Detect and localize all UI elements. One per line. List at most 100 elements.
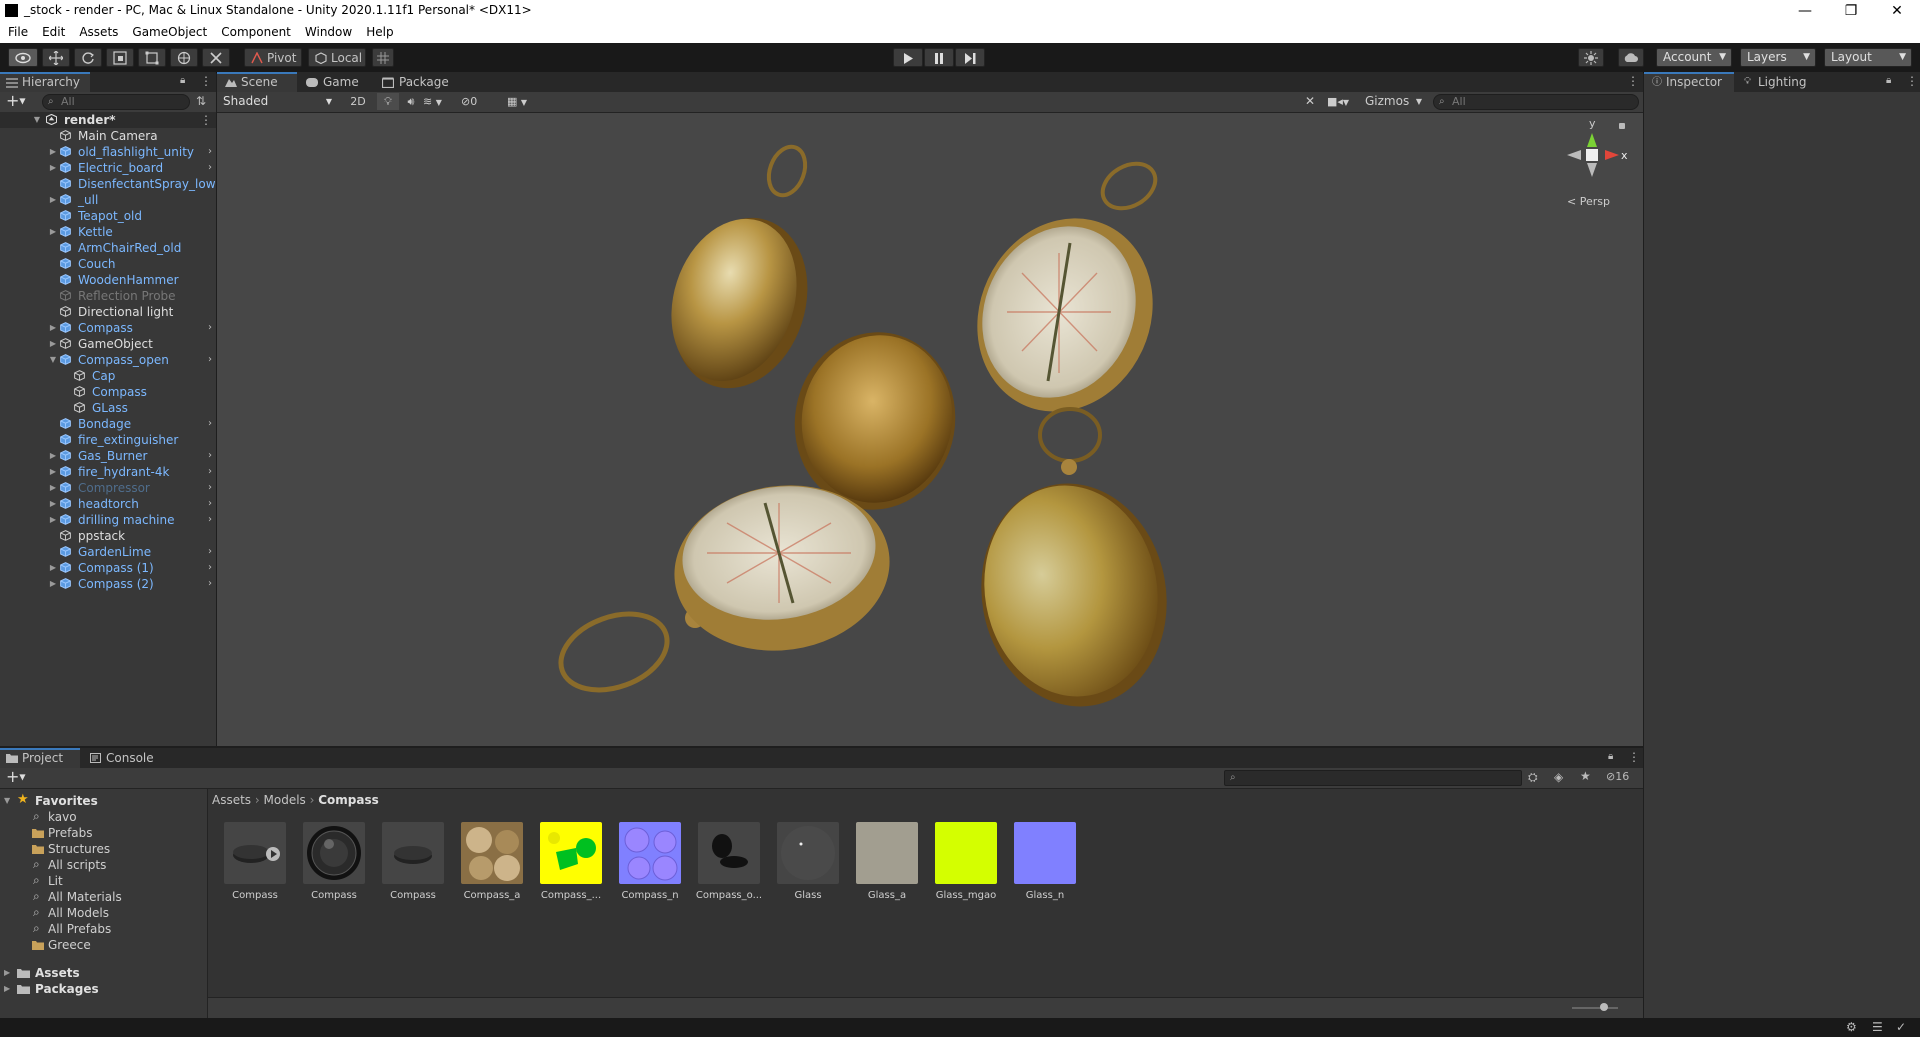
- menu-gameobject[interactable]: GameObject: [125, 22, 214, 43]
- grid-snap-icon[interactable]: [372, 48, 394, 67]
- breadcrumb-models[interactable]: Models: [264, 793, 306, 807]
- expand-arrow-icon[interactable]: ▶: [48, 496, 58, 512]
- more-options-icon[interactable]: ⋮: [1627, 74, 1639, 88]
- expand-arrow-icon[interactable]: ▶: [48, 336, 58, 352]
- gizmos-dropdown[interactable]: Gizmos ▼: [1361, 93, 1427, 110]
- expand-arrow-icon[interactable]: ▶: [48, 320, 58, 336]
- more-options-icon[interactable]: ⋮: [1906, 74, 1918, 88]
- expand-arrow-icon[interactable]: ▶: [4, 981, 10, 997]
- hierarchy-item[interactable]: GardenLime ›: [0, 544, 216, 560]
- chevron-right-icon[interactable]: ›: [208, 576, 212, 592]
- expand-arrow-icon[interactable]: ▼: [4, 793, 10, 809]
- lock-icon[interactable]: 🔒︎: [1608, 751, 1613, 762]
- hierarchy-item[interactable]: ppstack: [0, 528, 216, 544]
- shading-mode-dropdown[interactable]: Shaded ▼: [219, 93, 337, 110]
- favorite-item[interactable]: ⌕ All Prefabs: [0, 921, 207, 937]
- move-tool-icon[interactable]: [42, 48, 70, 67]
- hidden-objects-toggle[interactable]: ⊘0: [461, 93, 491, 110]
- chevron-right-icon[interactable]: ›: [208, 144, 212, 160]
- hierarchy-item[interactable]: ▶ Gas_Burner ›: [0, 448, 216, 464]
- hierarchy-item[interactable]: ▶ fire_hydrant-4k ›: [0, 464, 216, 480]
- lighting-toggle-icon[interactable]: 💡︎: [377, 93, 399, 110]
- breadcrumb-assets[interactable]: Assets: [212, 793, 251, 807]
- expand-arrow-icon[interactable]: ▶: [48, 160, 58, 176]
- menu-edit[interactable]: Edit: [35, 22, 72, 43]
- hierarchy-item[interactable]: Cap: [0, 368, 216, 384]
- rect-tool-icon[interactable]: [138, 48, 166, 67]
- menu-file[interactable]: File: [0, 22, 35, 43]
- transform-tool-icon[interactable]: [170, 48, 198, 67]
- favorite-item[interactable]: ⌕ All Materials: [0, 889, 207, 905]
- tab-lighting[interactable]: 💡︎ Lighting: [1736, 72, 1816, 92]
- layers-dropdown[interactable]: Layers ▼: [1740, 48, 1816, 67]
- effects-dropdown-icon[interactable]: ≋ ▼: [423, 93, 457, 110]
- chevron-right-icon[interactable]: ›: [208, 320, 212, 336]
- chevron-right-icon[interactable]: ›: [208, 464, 212, 480]
- custom-tools-icon[interactable]: [202, 48, 230, 67]
- hierarchy-item[interactable]: ▶ headtorch ›: [0, 496, 216, 512]
- sort-icon[interactable]: ⇅: [196, 94, 206, 108]
- gizmo-lock-icon[interactable]: [1619, 123, 1625, 129]
- mode-2d-toggle[interactable]: 2D: [345, 93, 371, 110]
- auto-generate-lighting-icon[interactable]: ✓: [1896, 1020, 1906, 1034]
- hierarchy-item[interactable]: ▶ _ull: [0, 192, 216, 208]
- favorite-item[interactable]: ⌕ All scripts: [0, 857, 207, 873]
- breadcrumb-compass[interactable]: Compass: [318, 793, 379, 807]
- menu-component[interactable]: Component: [214, 22, 298, 43]
- chevron-right-icon[interactable]: ›: [208, 560, 212, 576]
- scale-tool-icon[interactable]: [106, 48, 134, 67]
- hierarchy-item[interactable]: ▶ GameObject: [0, 336, 216, 352]
- favorite-item[interactable]: Structures: [0, 841, 207, 857]
- orientation-gizmo[interactable]: y x: [1557, 117, 1637, 193]
- hierarchy-item[interactable]: ▶ Compass ›: [0, 320, 216, 336]
- project-search-input[interactable]: ⌕: [1224, 770, 1522, 786]
- favorite-item[interactable]: Prefabs: [0, 825, 207, 841]
- hierarchy-item[interactable]: ▶ Compass (1) ›: [0, 560, 216, 576]
- hierarchy-item[interactable]: ▶ Kettle: [0, 224, 216, 240]
- audio-toggle-icon[interactable]: 🔊︎: [401, 93, 421, 110]
- filter-by-type-icon[interactable]: ⛭: [1528, 770, 1538, 785]
- hierarchy-item[interactable]: Compass: [0, 384, 216, 400]
- hierarchy-search-input[interactable]: ⌕ All: [42, 94, 190, 110]
- menu-help[interactable]: Help: [359, 22, 400, 43]
- expand-arrow-icon[interactable]: ▶: [48, 576, 58, 592]
- rotate-tool-icon[interactable]: [74, 48, 102, 67]
- hierarchy-item[interactable]: ▼ Compass_open ›: [0, 352, 216, 368]
- lock-icon[interactable]: 🔒︎: [1886, 75, 1891, 86]
- hierarchy-item[interactable]: DisenfectantSpray_low: [0, 176, 216, 192]
- scene-root-row[interactable]: ▼ render* ⋮: [0, 112, 216, 128]
- tools-icon[interactable]: ✕: [1305, 93, 1323, 110]
- lock-icon[interactable]: 🔒︎: [180, 75, 185, 86]
- chevron-right-icon[interactable]: ›: [208, 416, 212, 432]
- pause-button[interactable]: [924, 48, 954, 67]
- hierarchy-item[interactable]: GLass: [0, 400, 216, 416]
- expand-arrow-icon[interactable]: ▶: [48, 224, 58, 240]
- view-tool-eye-icon[interactable]: [8, 48, 38, 67]
- tab-scene[interactable]: Scene: [217, 72, 297, 92]
- play-button[interactable]: [893, 48, 923, 67]
- local-toggle[interactable]: Local: [308, 48, 366, 67]
- chevron-right-icon[interactable]: ›: [208, 448, 212, 464]
- expand-arrow-icon[interactable]: ▼: [32, 112, 42, 128]
- menu-window[interactable]: Window: [298, 22, 359, 43]
- scene-viewport[interactable]: y x < Persp: [217, 113, 1643, 746]
- collab-icon[interactable]: [1578, 48, 1604, 67]
- favorite-item[interactable]: ⌕ kavo: [0, 809, 207, 825]
- chevron-right-icon[interactable]: ›: [208, 496, 212, 512]
- tab-game[interactable]: Game: [299, 72, 371, 92]
- chevron-right-icon[interactable]: ›: [208, 160, 212, 176]
- hierarchy-item[interactable]: fire_extinguisher: [0, 432, 216, 448]
- chevron-right-icon[interactable]: ›: [208, 512, 212, 528]
- camera-dropdown-icon[interactable]: ■◂▼: [1327, 93, 1357, 110]
- favorite-item[interactable]: ⌕ All Models: [0, 905, 207, 921]
- tab-package-manager[interactable]: Package Manager: [373, 72, 513, 109]
- tab-project[interactable]: Project: [0, 748, 80, 768]
- hierarchy-item[interactable]: Directional light: [0, 304, 216, 320]
- cloud-services-icon[interactable]: [1618, 48, 1644, 67]
- scene-search-input[interactable]: ⌕ All: [1433, 94, 1639, 110]
- hierarchy-item[interactable]: ▶ Electric_board ›: [0, 160, 216, 176]
- hierarchy-item[interactable]: Teapot_old: [0, 208, 216, 224]
- expand-arrow-icon[interactable]: ▶: [48, 512, 58, 528]
- favorite-item[interactable]: ⌕ Lit: [0, 873, 207, 889]
- expand-arrow-icon[interactable]: ▶: [48, 448, 58, 464]
